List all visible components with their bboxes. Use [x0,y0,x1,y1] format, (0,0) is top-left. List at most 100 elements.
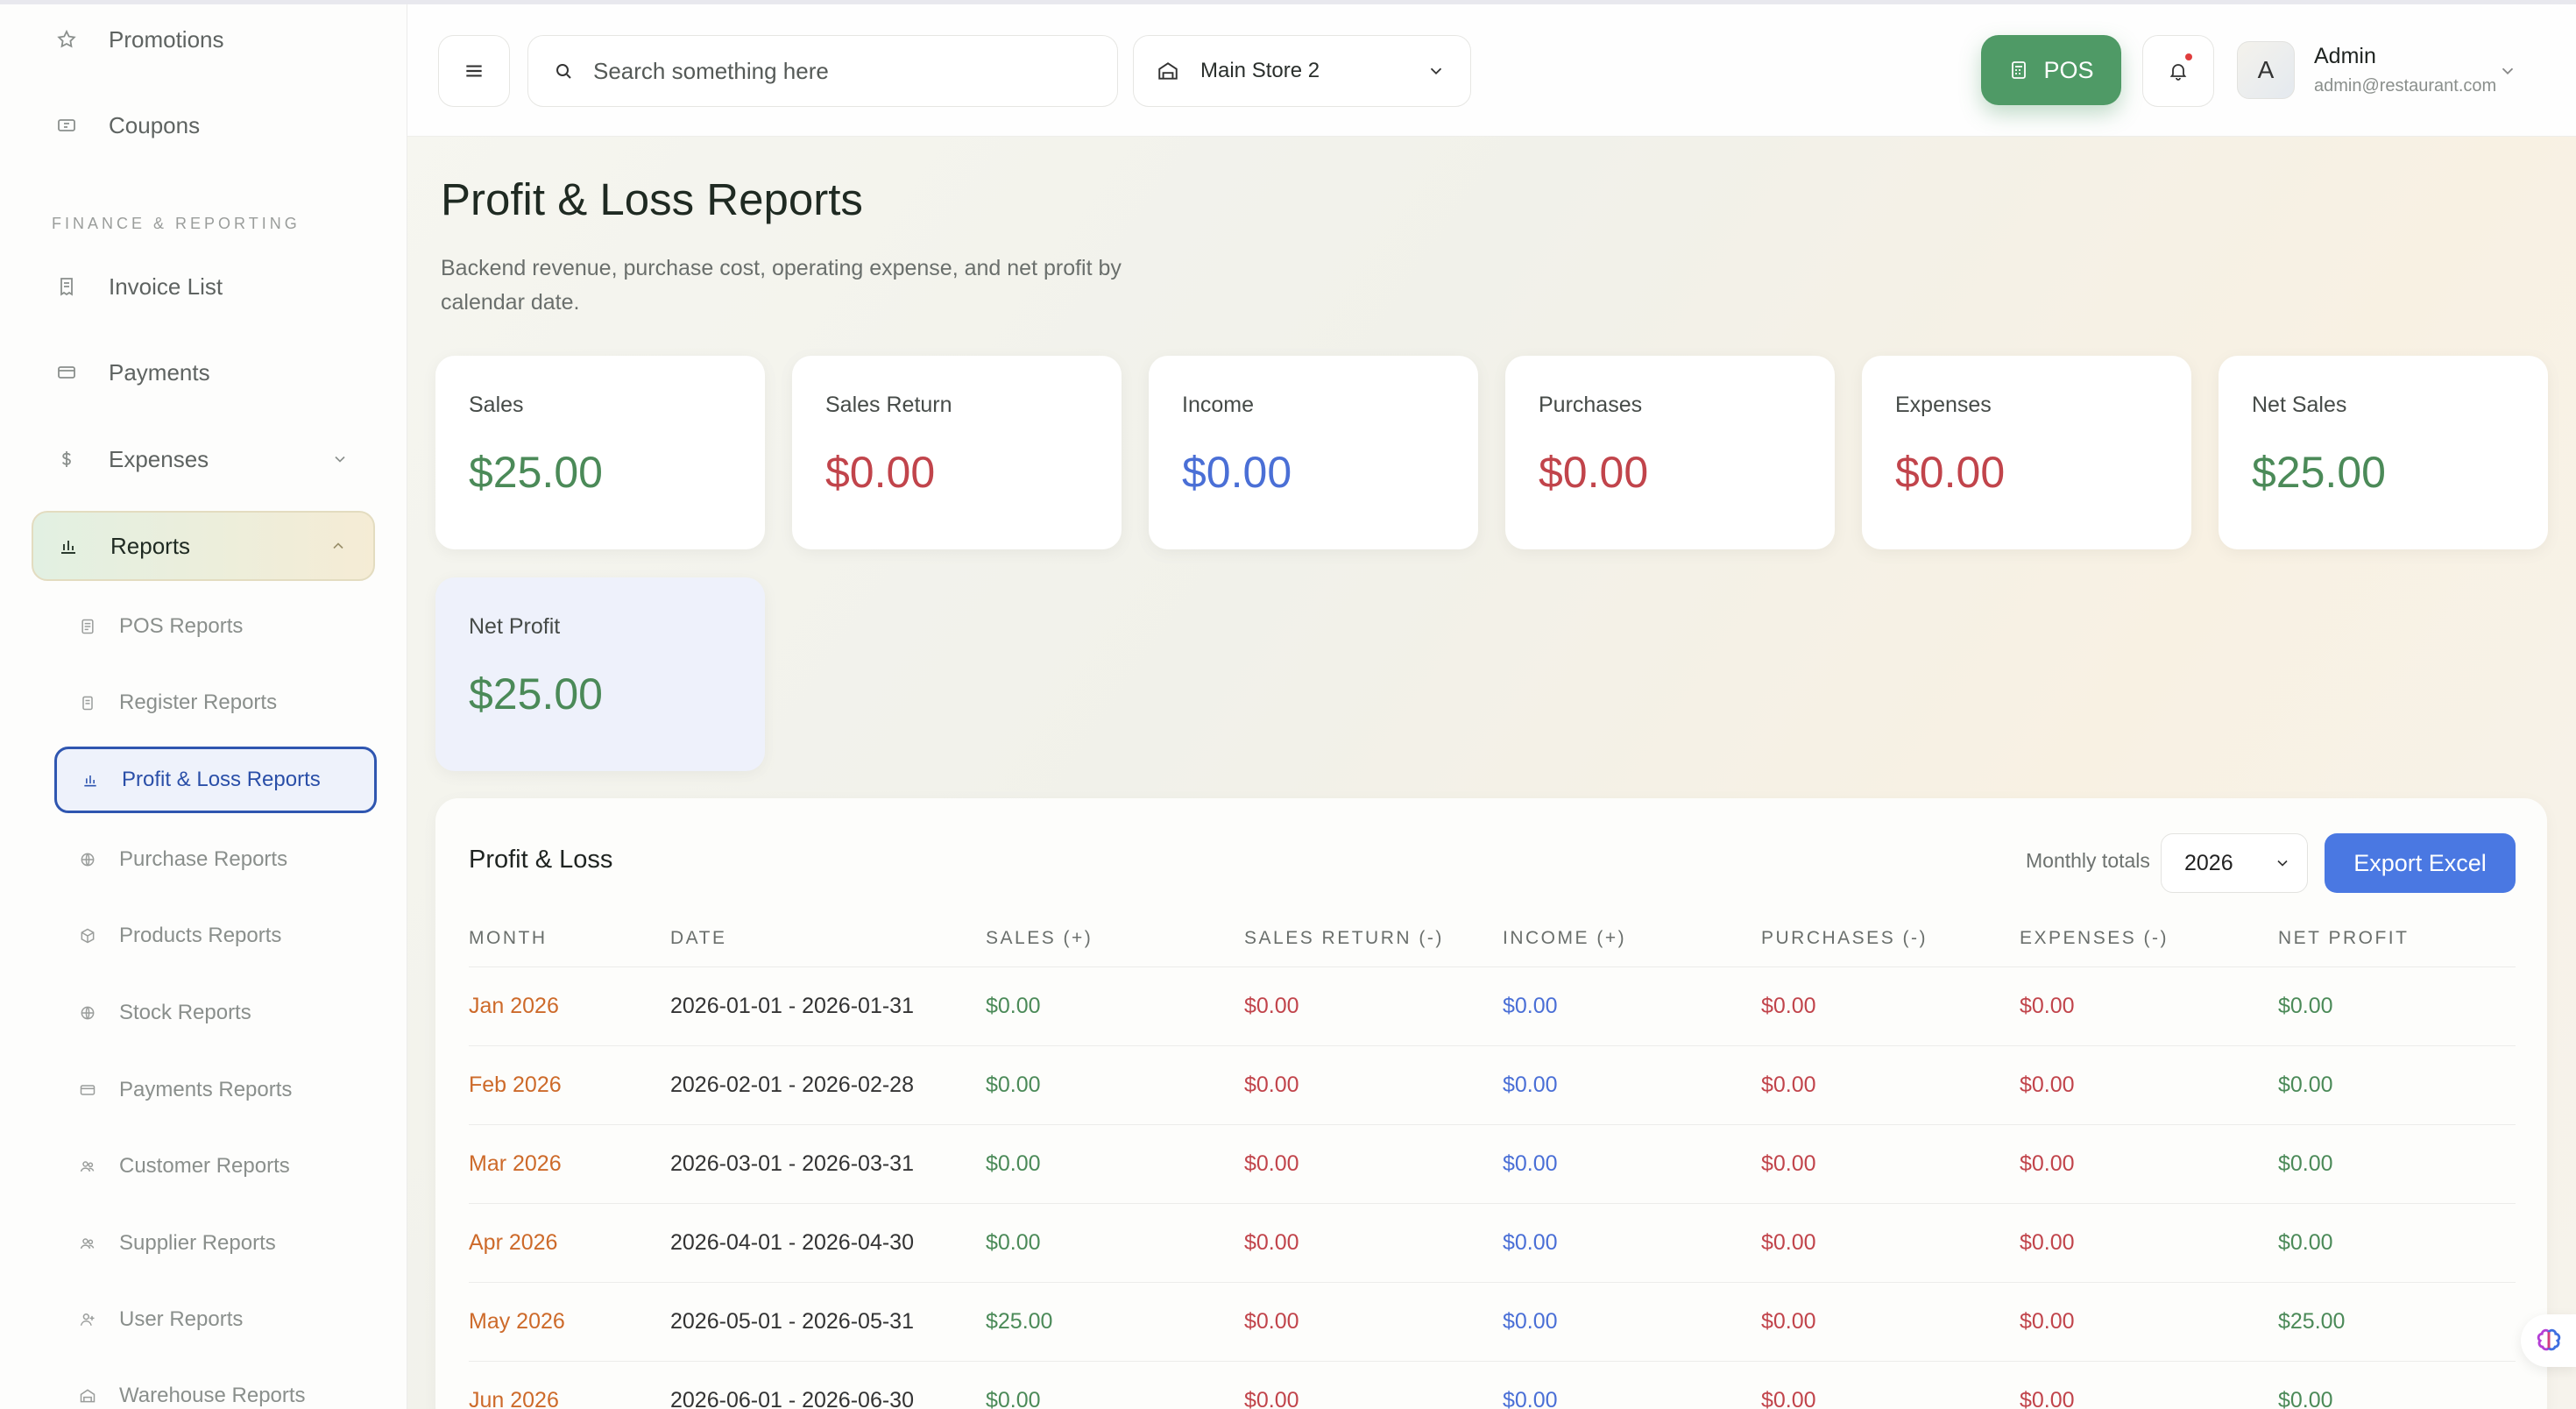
sidebar-item-promotions[interactable]: Promotions [32,4,375,74]
star-icon [32,29,102,50]
user-email: admin@restaurant.com [2314,76,2497,96]
card-label: Purchases [1539,393,1643,417]
pos-button[interactable]: POS [1981,35,2121,105]
sidebar-subitem-label: Purchase Reports [119,847,288,871]
users-icon [54,1158,117,1175]
card-label: Sales Return [825,393,952,417]
sidebar: Promotions Coupons FINANCE & REPORTING I… [0,4,407,1409]
card-value: $0.00 [1895,448,2006,497]
sidebar-item-coupons[interactable]: Coupons [32,90,375,160]
pos-button-label: POS [2043,56,2094,83]
sidebar-subitem-customer-reports[interactable]: Customer Reports [54,1133,377,1200]
search-input[interactable] [591,56,1086,86]
sidebar-item-payments[interactable]: Payments [32,337,375,407]
column-header: MONTH [469,928,548,948]
bar-chart-icon [33,535,103,556]
table-row: Jan 2026 2026-01-01 - 2026-01-31 $0.00 $… [469,966,2516,1046]
sidebar-subitem-register-reports[interactable]: Register Reports [54,669,377,736]
cell-purchases: $0.00 [1761,1309,1816,1334]
sidebar-item-expenses[interactable]: Expenses [32,424,375,494]
cell-net-profit: $25.00 [2278,1309,2346,1334]
year-select[interactable]: 2026 [2161,833,2308,893]
cell-purchases: $0.00 [1761,1151,1816,1176]
summary-card-expenses: Expenses $0.00 [1862,356,2191,549]
notification-dot [2185,53,2192,60]
cell-sales: $0.00 [986,1388,1041,1409]
sidebar-subitem-label: Customer Reports [119,1154,290,1178]
sidebar-item-invoice-list[interactable]: Invoice List [32,251,375,322]
cell-expenses: $0.00 [2020,994,2075,1018]
card-label: Income [1182,393,1254,417]
sidebar-subitem-warehouse-reports[interactable]: Warehouse Reports [54,1363,377,1409]
assistant-launcher-button[interactable] [2521,1314,2576,1367]
user-menu[interactable]: A Admin admin@restaurant.com [2237,35,2517,105]
warehouse-icon [54,1387,117,1405]
user-info: Admin admin@restaurant.com [2314,44,2496,96]
sidebar-subitem-purchase-reports[interactable]: Purchase Reports [54,826,377,893]
cell-month: Jun 2026 [469,1388,559,1409]
sidebar-subitem-label: Warehouse Reports [119,1384,306,1407]
notifications-button[interactable] [2142,35,2214,107]
cell-sales-return: $0.00 [1244,1073,1299,1097]
menu-toggle-button[interactable] [438,35,510,107]
sidebar-subitem-profit-loss-reports[interactable]: Profit & Loss Reports [54,747,377,813]
document-icon [54,618,117,635]
cell-month: Apr 2026 [469,1230,558,1255]
cell-sales: $0.00 [986,1151,1041,1176]
card-value: $25.00 [2252,448,2386,497]
sidebar-item-label: Reports [110,532,191,559]
search-box [527,35,1118,107]
cell-expenses: $0.00 [2020,1073,2075,1097]
bar-chart-icon [57,771,120,789]
store-icon [1158,62,1178,80]
sidebar-subitem-label: User Reports [119,1307,244,1331]
user-name: Admin [2314,44,2376,68]
cell-sales: $25.00 [986,1309,1053,1334]
sidebar-subitem-payments-reports[interactable]: Payments Reports [54,1057,377,1123]
chevron-down-icon [1430,67,1442,75]
cell-income: $0.00 [1503,1309,1558,1334]
store-selector[interactable]: Main Store 2 [1133,35,1471,107]
avatar: A [2237,41,2295,99]
cell-date: 2026-05-01 - 2026-05-31 [670,1309,914,1334]
column-header: EXPENSES (-) [2020,928,2169,948]
table-row: Feb 2026 2026-02-01 - 2026-02-28 $0.00 $… [469,1045,2516,1125]
sidebar-subitem-label: Stock Reports [119,1001,251,1024]
cell-sales: $0.00 [986,994,1041,1018]
sidebar-subitem-supplier-reports[interactable]: Supplier Reports [54,1210,377,1277]
cell-purchases: $0.00 [1761,994,1816,1018]
cell-income: $0.00 [1503,1073,1558,1097]
cell-month: May 2026 [469,1309,565,1334]
export-excel-button[interactable]: Export Excel [2325,833,2516,893]
card-value: $0.00 [1182,448,1292,497]
cell-sales-return: $0.00 [1244,1151,1299,1176]
main-content: Main Store 2 POS A Admin admin@restauran… [407,4,2576,1409]
card-value: $25.00 [469,669,603,719]
user-add-icon [54,1311,117,1328]
bell-icon [2169,64,2187,81]
sidebar-subitem-products-reports[interactable]: Products Reports [54,903,377,969]
summary-card-sales: Sales $25.00 [435,356,765,549]
chevron-up-icon [333,542,343,549]
summary-card-net-profit: Net Profit $25.00 [435,577,765,771]
sidebar-subitem-stock-reports[interactable]: Stock Reports [54,980,377,1046]
chevron-down-icon [335,456,345,463]
cell-sales-return: $0.00 [1244,994,1299,1018]
register-icon [2012,61,2027,79]
sidebar-subitem-label: Register Reports [119,690,278,714]
card-icon [32,362,102,383]
sidebar-subitem-pos-reports[interactable]: POS Reports [54,593,377,660]
cell-purchases: $0.00 [1761,1073,1816,1097]
cell-month: Mar 2026 [469,1151,562,1176]
cell-income: $0.00 [1503,1388,1558,1409]
sidebar-item-label: Payments [109,358,210,386]
table-header: MONTH DATE SALES (+) SALES RETURN (-) IN… [469,928,2516,972]
card-value: $0.00 [825,448,936,497]
sidebar-subitem-user-reports[interactable]: User Reports [54,1286,377,1353]
cell-month: Jan 2026 [469,994,559,1018]
cell-date: 2026-02-01 - 2026-02-28 [670,1073,914,1097]
cell-income: $0.00 [1503,1230,1558,1255]
page-subtitle: Backend revenue, purchase cost, operatin… [441,256,1122,315]
sidebar-item-label: Promotions [109,25,224,53]
sidebar-item-reports[interactable]: Reports [32,511,375,581]
